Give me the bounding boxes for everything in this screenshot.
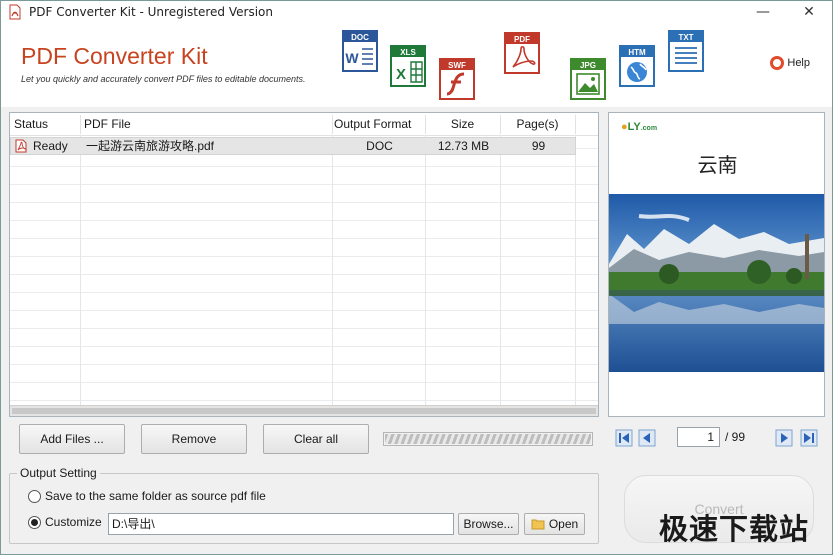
excel-sheet-icon: XLS X	[390, 45, 426, 87]
row-output-format[interactable]: DOC	[333, 138, 426, 154]
previous-page-icon[interactable]	[638, 429, 656, 447]
logo-mark: ●	[621, 121, 628, 133]
file-table[interactable]: Status PDF File Output Format Size Page(…	[9, 112, 599, 417]
folder-icon	[531, 519, 545, 530]
clear-all-button[interactable]: Clear all	[263, 424, 369, 454]
doc-format-label: DOC	[351, 33, 369, 42]
word-document-icon: DOC W	[342, 30, 378, 72]
column-header-output-format[interactable]: Output Format	[330, 113, 425, 136]
app-header: PDF Converter Kit Let you quickly and ac…	[1, 23, 832, 107]
title-bar: PDF Converter Kit - Unregistered Version…	[1, 1, 832, 23]
htm-format-label: HTM	[628, 48, 646, 57]
txt-format-label: TXT	[678, 33, 693, 42]
row-status: Ready	[33, 139, 68, 153]
row-pages: 99	[531, 139, 546, 153]
last-page-icon[interactable]	[800, 429, 818, 447]
swf-format-label: SWF	[448, 61, 466, 70]
globe-icon: HTM	[619, 45, 655, 87]
xls-format-label: XLS	[400, 48, 416, 57]
remove-button[interactable]: Remove	[141, 424, 247, 454]
same-folder-radio[interactable]	[28, 490, 41, 503]
horizontal-scrollbar[interactable]	[10, 405, 598, 416]
table-grid	[10, 113, 598, 405]
preview-logo: ●LY.com	[621, 121, 657, 133]
brand-title: PDF Converter Kit	[21, 43, 208, 69]
column-header-size[interactable]: Size	[425, 113, 500, 136]
acrobat-icon: PDF	[504, 32, 540, 74]
output-setting-legend: Output Setting	[17, 466, 100, 480]
same-folder-label[interactable]: Save to the same folder as source pdf fi…	[45, 489, 266, 503]
close-button[interactable]: ✕	[786, 1, 832, 23]
svg-text:X: X	[396, 66, 406, 83]
column-header-pdf-file[interactable]: PDF File	[80, 113, 332, 136]
help-link[interactable]: Help	[770, 56, 810, 70]
next-page-icon[interactable]	[775, 429, 793, 447]
page-number-input[interactable]: 1	[677, 427, 720, 447]
column-divider	[332, 113, 333, 405]
help-label: Help	[787, 57, 810, 69]
output-path-field[interactable]: D:\导出\	[108, 513, 454, 535]
text-lines-icon: TXT	[668, 30, 704, 72]
row-file-name: 一起游云南旅游攻略.pdf	[86, 139, 215, 153]
landscape-photo	[609, 194, 824, 372]
app-logo-icon	[9, 4, 21, 20]
column-header-status[interactable]: Status	[10, 113, 80, 136]
pdf-preview: ●LY.com 云南	[608, 112, 825, 417]
open-folder-button[interactable]: Open	[524, 513, 585, 535]
column-divider	[575, 113, 576, 405]
flash-icon: SWF	[439, 58, 475, 100]
row-size: 12.73 MB	[437, 139, 490, 153]
preview-doc-title: 云南	[697, 153, 738, 177]
image-icon: JPG	[570, 58, 606, 100]
table-header: Status PDF File Output Format Size Page(…	[10, 113, 598, 136]
open-label: Open	[548, 517, 579, 531]
pdf-file-icon	[15, 139, 27, 153]
app-window: PDF Converter Kit - Unregistered Version…	[0, 0, 833, 555]
window-title: PDF Converter Kit - Unregistered Version	[29, 5, 273, 19]
brand-tagline: Let you quickly and accurately convert P…	[21, 74, 306, 84]
column-divider	[425, 113, 426, 405]
browse-button[interactable]: Browse...	[458, 513, 519, 535]
header-divider	[575, 115, 576, 134]
first-page-icon[interactable]	[615, 429, 633, 447]
customize-radio[interactable]	[28, 516, 41, 529]
minimize-button[interactable]: —	[740, 1, 786, 23]
logo-text: LY	[627, 121, 641, 133]
column-divider	[500, 113, 501, 405]
lifebuoy-icon	[770, 56, 785, 70]
add-files-button[interactable]: Add Files ...	[19, 424, 125, 454]
customize-label[interactable]: Customize	[45, 515, 102, 529]
pdf-format-label: PDF	[514, 35, 530, 44]
jpg-format-label: JPG	[580, 61, 596, 70]
logo-suffix: .com	[640, 125, 658, 132]
column-divider	[80, 113, 81, 405]
site-watermark: 极速下载站	[659, 512, 810, 546]
svg-text:W: W	[345, 50, 359, 66]
page-total: / 99	[725, 430, 746, 444]
conversion-progress-bar	[383, 432, 593, 446]
scrollbar-thumb[interactable]	[12, 408, 596, 414]
column-header-pages[interactable]: Page(s)	[500, 113, 575, 136]
table-row[interactable]: Ready 一起游云南旅游攻略.pdf DOC 12.73 MB 99	[10, 137, 576, 155]
progress-stripes	[385, 434, 591, 444]
